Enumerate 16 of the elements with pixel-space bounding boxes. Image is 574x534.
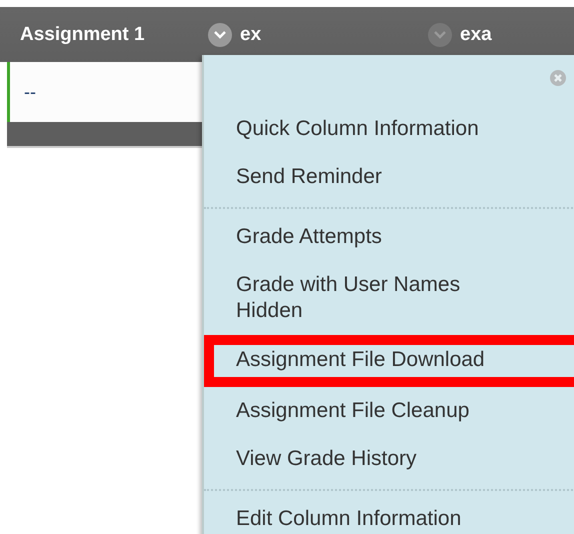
table-cell: -- bbox=[24, 82, 36, 102]
column-header: ex bbox=[240, 24, 262, 46]
menu-item[interactable]: Edit Column Information bbox=[236, 495, 526, 534]
column-header: exa bbox=[460, 24, 492, 46]
close-icon[interactable] bbox=[550, 70, 566, 86]
menu-item[interactable]: Send Reminder bbox=[236, 153, 526, 201]
menu-item[interactable]: Grade with User Names Hidden bbox=[236, 261, 526, 335]
column-header: Assignment 1 bbox=[20, 24, 145, 46]
menu-item[interactable]: Assignment File Cleanup bbox=[236, 387, 526, 435]
menu-item[interactable]: View Grade History bbox=[236, 435, 526, 483]
menu-item[interactable]: Quick Column Information bbox=[236, 105, 526, 153]
menu-item[interactable]: Grade Attempts bbox=[236, 213, 526, 261]
dropdown-button[interactable] bbox=[208, 22, 232, 46]
menu-item[interactable]: Assignment File Download bbox=[204, 335, 574, 387]
chevron-icon bbox=[214, 30, 226, 38]
chevron-icon bbox=[434, 30, 446, 38]
